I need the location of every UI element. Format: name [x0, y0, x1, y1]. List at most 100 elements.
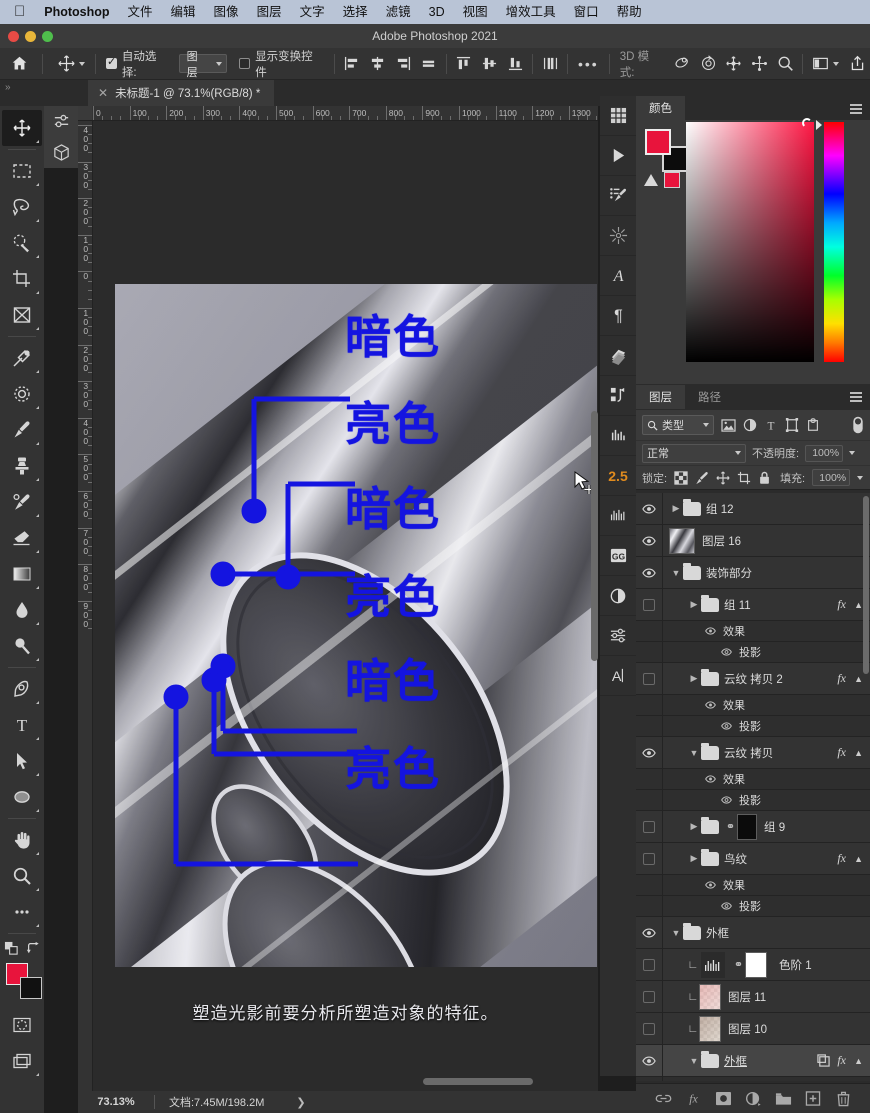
filter-pixel-icon[interactable]	[721, 418, 736, 432]
effects-visibility-icon[interactable]	[705, 699, 718, 712]
filter-toggle-icon[interactable]	[852, 416, 864, 434]
layer-row[interactable]: ▶ 鸟纹 fx ▲	[636, 842, 870, 875]
rail-brush-settings-button[interactable]	[600, 176, 636, 216]
tool-pen[interactable]	[2, 671, 42, 707]
layer-effect-row[interactable]: 投影	[636, 789, 870, 811]
tool-eyedropper[interactable]	[2, 340, 42, 376]
panel-menu-icon[interactable]	[850, 104, 862, 116]
home-button[interactable]	[0, 48, 38, 80]
layer-visibility-toggle[interactable]	[636, 672, 662, 685]
chevron-down-icon[interactable]	[79, 61, 85, 66]
minipanel-3d-button[interactable]	[44, 137, 78, 168]
layer-thumbnail[interactable]	[669, 527, 695, 554]
chevron-down-icon[interactable]	[833, 61, 840, 66]
layer-name[interactable]: 组 11	[724, 597, 751, 613]
menu-item-window[interactable]: 窗口	[565, 0, 608, 24]
tool-brush[interactable]	[2, 412, 42, 448]
chevron-right-icon[interactable]: ▶	[687, 599, 701, 610]
tool-frame[interactable]	[2, 297, 42, 333]
window-controls[interactable]	[8, 31, 53, 42]
layer-visibility-toggle[interactable]	[636, 820, 662, 833]
slide-3d-icon[interactable]	[747, 51, 773, 77]
chevron-down-icon[interactable]: ▼	[669, 568, 683, 578]
layer-fx-icon[interactable]: fx	[837, 597, 846, 612]
layer-fx-icon[interactable]: fx	[837, 1053, 846, 1068]
rail-gg-plugin-button[interactable]: GG	[600, 536, 636, 576]
menu-item-layer[interactable]: 图层	[248, 0, 291, 24]
lock-image-pixels-icon[interactable]	[695, 471, 709, 485]
menu-item-file[interactable]: 文件	[119, 0, 162, 24]
effect-visibility-icon[interactable]	[721, 720, 734, 733]
chevron-right-icon[interactable]: ▶	[687, 853, 701, 864]
layer-row[interactable]: ▶ 组 11 fx ▲	[636, 588, 870, 621]
rail-character-panel-button[interactable]: A	[600, 256, 636, 296]
rail-version-badge[interactable]: 2.5	[600, 456, 636, 496]
layer-name[interactable]: 组 12	[706, 501, 734, 517]
tab-color[interactable]: 颜色	[636, 96, 685, 120]
color-swatches[interactable]	[4, 961, 44, 1001]
chevron-down-icon[interactable]: ▼	[687, 1056, 701, 1066]
tool-crop[interactable]	[2, 261, 42, 297]
current-tool-button[interactable]	[47, 48, 91, 80]
chevron-right-icon[interactable]: ▶	[687, 673, 701, 684]
layer-visibility-toggle[interactable]	[636, 1055, 662, 1066]
effect-visibility-icon[interactable]	[721, 900, 734, 913]
chevron-up-icon[interactable]: ▲	[854, 600, 863, 610]
layer-effects-row[interactable]: 效果	[636, 694, 870, 716]
menu-app-name[interactable]: Photoshop	[35, 0, 118, 24]
layer-fx-icon[interactable]: fx	[837, 851, 846, 866]
effects-visibility-icon[interactable]	[705, 879, 718, 892]
swap-colors-icon[interactable]	[26, 941, 40, 955]
tool-edit-toolbar[interactable]	[2, 894, 42, 930]
layer-visibility-toggle[interactable]	[636, 747, 662, 758]
tool-eraser[interactable]	[2, 520, 42, 556]
share-icon[interactable]	[844, 51, 870, 77]
tool-gradient[interactable]	[2, 556, 42, 592]
layer-name[interactable]: 外框	[724, 1053, 747, 1069]
effect-visibility-icon[interactable]	[721, 646, 734, 659]
layer-effect-row[interactable]: 投影	[636, 895, 870, 917]
align-bottom-icon[interactable]	[502, 51, 528, 77]
canvas-horizontal-scrollbar[interactable]	[423, 1078, 533, 1085]
effect-visibility-icon[interactable]	[721, 794, 734, 807]
rail-sparkle-button[interactable]	[600, 216, 636, 256]
add-mask-icon[interactable]	[712, 1088, 734, 1110]
apple-logo-icon[interactable]: 	[10, 4, 35, 21]
rail-paragraph-panel-button[interactable]: ¶	[600, 296, 636, 336]
layer-filter-type-select[interactable]: 类型	[642, 415, 714, 435]
gamut-warning[interactable]	[644, 172, 680, 188]
tool-path-selection[interactable]	[2, 743, 42, 779]
blend-mode-select[interactable]: 正常	[642, 443, 746, 463]
rail-actions-panel-button[interactable]	[600, 376, 636, 416]
menu-item-view[interactable]: 视图	[454, 0, 497, 24]
adjustment-layer-icon[interactable]	[742, 1088, 764, 1110]
layer-row[interactable]: ▼ 装饰部分	[636, 556, 870, 589]
layer-fx-icon[interactable]: fx	[837, 745, 846, 760]
filter-type-icon[interactable]: T	[764, 418, 778, 432]
tool-type[interactable]: T	[2, 707, 42, 743]
minipanel-adjustments-button[interactable]	[44, 106, 78, 137]
menu-item-help[interactable]: 帮助	[608, 0, 651, 24]
tool-lasso[interactable]	[2, 189, 42, 225]
align-center-h-icon[interactable]	[364, 51, 390, 77]
layer-effects-row[interactable]: 效果	[636, 874, 870, 896]
effects-visibility-icon[interactable]	[705, 625, 718, 638]
layer-name[interactable]: 图层 10	[728, 1021, 767, 1037]
menu-item-filter[interactable]: 滤镜	[377, 0, 420, 24]
lock-transparent-pixels-icon[interactable]	[674, 470, 688, 485]
delete-layer-icon[interactable]	[832, 1088, 854, 1110]
layer-name[interactable]: 组 9	[764, 819, 785, 835]
more-options-button[interactable]: •••	[572, 48, 605, 80]
tab-layers[interactable]: 图层	[636, 385, 685, 409]
tool-spot-healing[interactable]	[2, 376, 42, 412]
opacity-stepper-chevron-icon[interactable]	[849, 451, 856, 455]
default-colors-icon[interactable]	[4, 941, 19, 956]
chevron-right-icon[interactable]: ▶	[669, 503, 683, 514]
chevron-up-icon[interactable]: ▲	[854, 674, 863, 684]
minimize-window-button[interactable]	[25, 31, 36, 42]
layer-mask-thumbnail[interactable]	[745, 951, 767, 978]
tool-blur[interactable]	[2, 592, 42, 628]
layer-name[interactable]: 图层 11	[728, 989, 766, 1005]
layer-row[interactable]: ∟ 图层 10	[636, 1012, 870, 1045]
layer-thumbnail[interactable]	[699, 983, 721, 1010]
